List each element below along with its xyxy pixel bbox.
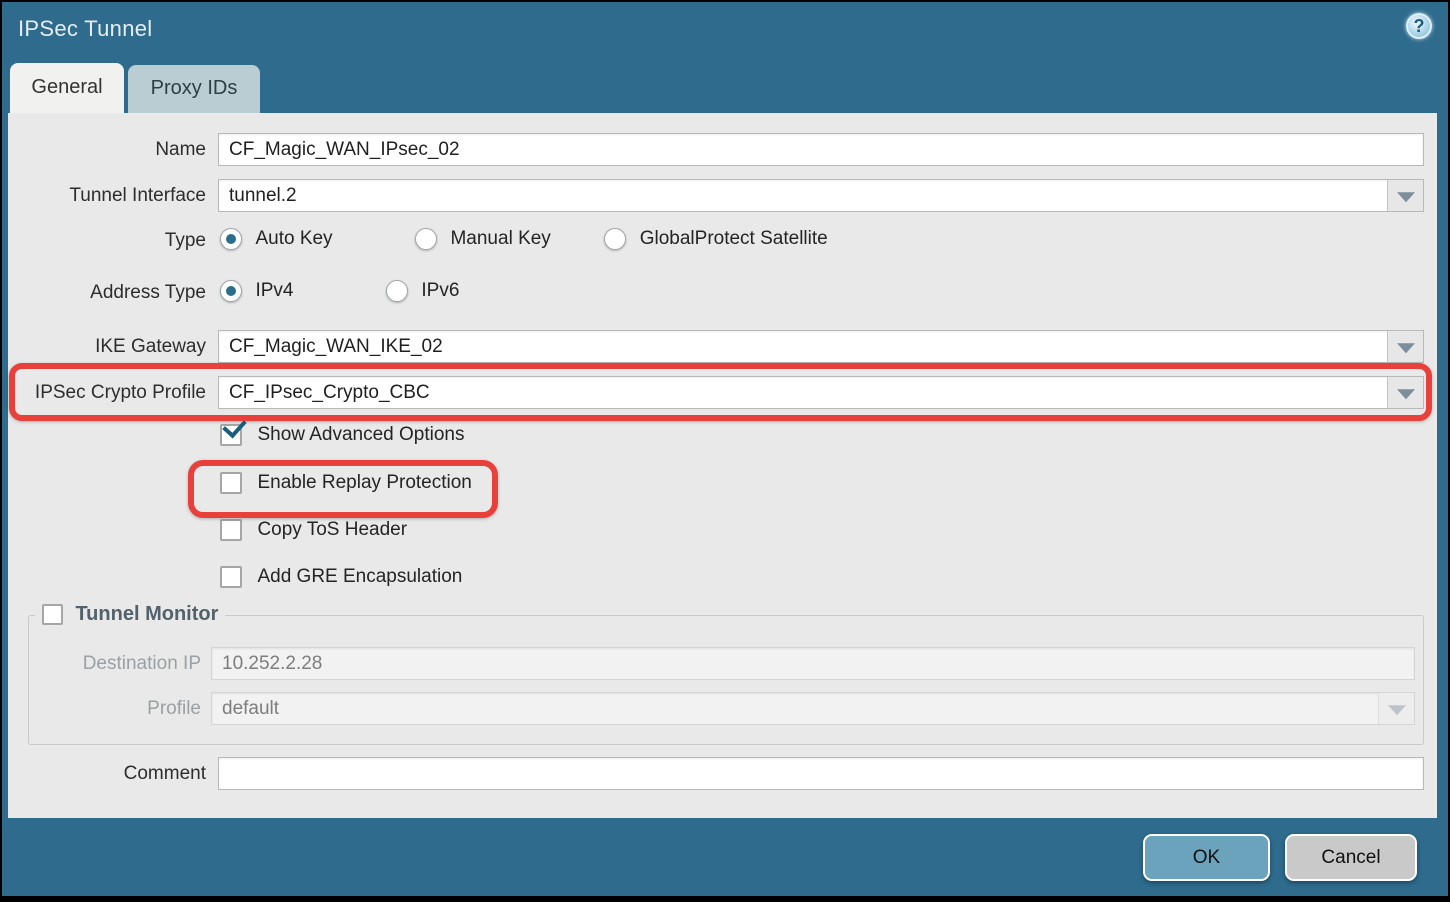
- radio-ipv6-label: IPv6: [421, 280, 459, 302]
- ike-gateway-dropdown[interactable]: CF_Magic_WAN_IKE_02: [218, 330, 1424, 363]
- radio-globalprotect-satellite[interactable]: [604, 228, 626, 250]
- add-gre-encapsulation-row: Add GRE Encapsulation: [220, 566, 462, 592]
- enable-replay-protection-checkbox[interactable]: [220, 472, 242, 494]
- type-row: Type Auto Key Manual Key GlobalProtect S…: [8, 228, 1437, 262]
- address-type-label: Address Type: [8, 280, 206, 313]
- enable-replay-protection-label: Enable Replay Protection: [257, 472, 471, 494]
- copy-tos-header-checkbox[interactable]: [220, 519, 242, 541]
- show-advanced-options-checkbox[interactable]: [220, 424, 242, 446]
- destination-ip-label: Destination IP: [29, 647, 201, 680]
- tab-general[interactable]: General: [10, 63, 124, 113]
- show-advanced-options-row: Show Advanced Options: [220, 424, 464, 450]
- tunnel-monitor-label: Tunnel Monitor: [75, 603, 218, 626]
- enable-replay-protection-row: Enable Replay Protection: [220, 472, 472, 498]
- ike-gateway-value: CF_Magic_WAN_IKE_02: [229, 331, 1383, 362]
- radio-auto-key[interactable]: [220, 228, 242, 250]
- ipsec-crypto-profile-dropdown[interactable]: CF_IPsec_Crypto_CBC: [218, 376, 1424, 409]
- comment-row: Comment: [8, 757, 1437, 791]
- radio-manual-key-label: Manual Key: [450, 228, 550, 250]
- tunnel-interface-value: tunnel.2: [229, 180, 1383, 211]
- add-gre-encapsulation-label: Add GRE Encapsulation: [257, 566, 462, 588]
- copy-tos-header-row: Copy ToS Header: [220, 519, 407, 545]
- chevron-down-icon: [1397, 389, 1415, 399]
- help-icon[interactable]: ?: [1406, 13, 1432, 39]
- ike-gateway-dropdown-button[interactable]: [1387, 331, 1423, 362]
- ipsec-crypto-profile-label: IPSec Crypto Profile: [8, 376, 206, 409]
- ipsec-crypto-profile-dropdown-button[interactable]: [1387, 377, 1423, 408]
- chevron-down-icon: [1397, 343, 1415, 353]
- ike-gateway-row: IKE Gateway CF_Magic_WAN_IKE_02: [8, 330, 1437, 364]
- name-row: Name: [8, 133, 1437, 167]
- tunnel-monitor-checkbox[interactable]: [42, 604, 63, 625]
- chevron-down-icon: [1388, 705, 1406, 715]
- ipsec-crypto-profile-value: CF_IPsec_Crypto_CBC: [229, 377, 1383, 408]
- tab-proxy-ids[interactable]: Proxy IDs: [128, 65, 260, 113]
- radio-manual-key[interactable]: [415, 228, 437, 250]
- comment-input[interactable]: [218, 757, 1424, 790]
- ipsec-tunnel-dialog: IPSec Tunnel ? General Proxy IDs Name Tu…: [0, 0, 1450, 902]
- ike-gateway-label: IKE Gateway: [8, 330, 206, 363]
- show-advanced-options-label: Show Advanced Options: [257, 424, 464, 446]
- profile-dropdown: default: [211, 692, 1415, 725]
- profile-dropdown-button: [1378, 693, 1414, 724]
- name-label: Name: [8, 133, 206, 166]
- radio-ipv6[interactable]: [386, 280, 408, 302]
- profile-label: Profile: [29, 692, 201, 725]
- tunnel-interface-dropdown-button[interactable]: [1387, 180, 1423, 211]
- tunnel-monitor-fieldset: Tunnel Monitor Destination IP Profile de…: [28, 615, 1424, 745]
- add-gre-encapsulation-checkbox[interactable]: [220, 566, 242, 588]
- tunnel-interface-dropdown[interactable]: tunnel.2: [218, 179, 1424, 212]
- dialog-footer: OK Cancel: [2, 818, 1448, 898]
- tunnel-interface-row: Tunnel Interface tunnel.2: [8, 179, 1437, 213]
- radio-ipv4-label: IPv4: [255, 280, 293, 302]
- destination-ip-input: [211, 647, 1415, 680]
- address-type-row: Address Type IPv4 IPv6: [8, 280, 1437, 314]
- radio-globalprotect-satellite-label: GlobalProtect Satellite: [640, 228, 828, 250]
- ok-button[interactable]: OK: [1143, 834, 1270, 881]
- dialog-title: IPSec Tunnel: [18, 16, 152, 42]
- type-label: Type: [8, 228, 206, 261]
- cancel-button[interactable]: Cancel: [1285, 834, 1417, 881]
- copy-tos-header-label: Copy ToS Header: [257, 519, 407, 541]
- profile-row: Profile default: [29, 692, 1423, 726]
- tunnel-interface-label: Tunnel Interface: [8, 179, 206, 212]
- radio-ipv4[interactable]: [220, 280, 242, 302]
- name-input[interactable]: [218, 133, 1424, 166]
- profile-value: default: [222, 693, 1374, 724]
- comment-label: Comment: [8, 757, 206, 790]
- chevron-down-icon: [1397, 192, 1415, 202]
- destination-ip-row: Destination IP: [29, 647, 1423, 681]
- tunnel-monitor-legend: Tunnel Monitor: [35, 603, 225, 626]
- radio-auto-key-label: Auto Key: [255, 228, 332, 250]
- ipsec-crypto-profile-row: IPSec Crypto Profile CF_IPsec_Crypto_CBC: [8, 376, 1437, 410]
- dialog-content: Name Tunnel Interface tunnel.2 Type: [8, 113, 1437, 818]
